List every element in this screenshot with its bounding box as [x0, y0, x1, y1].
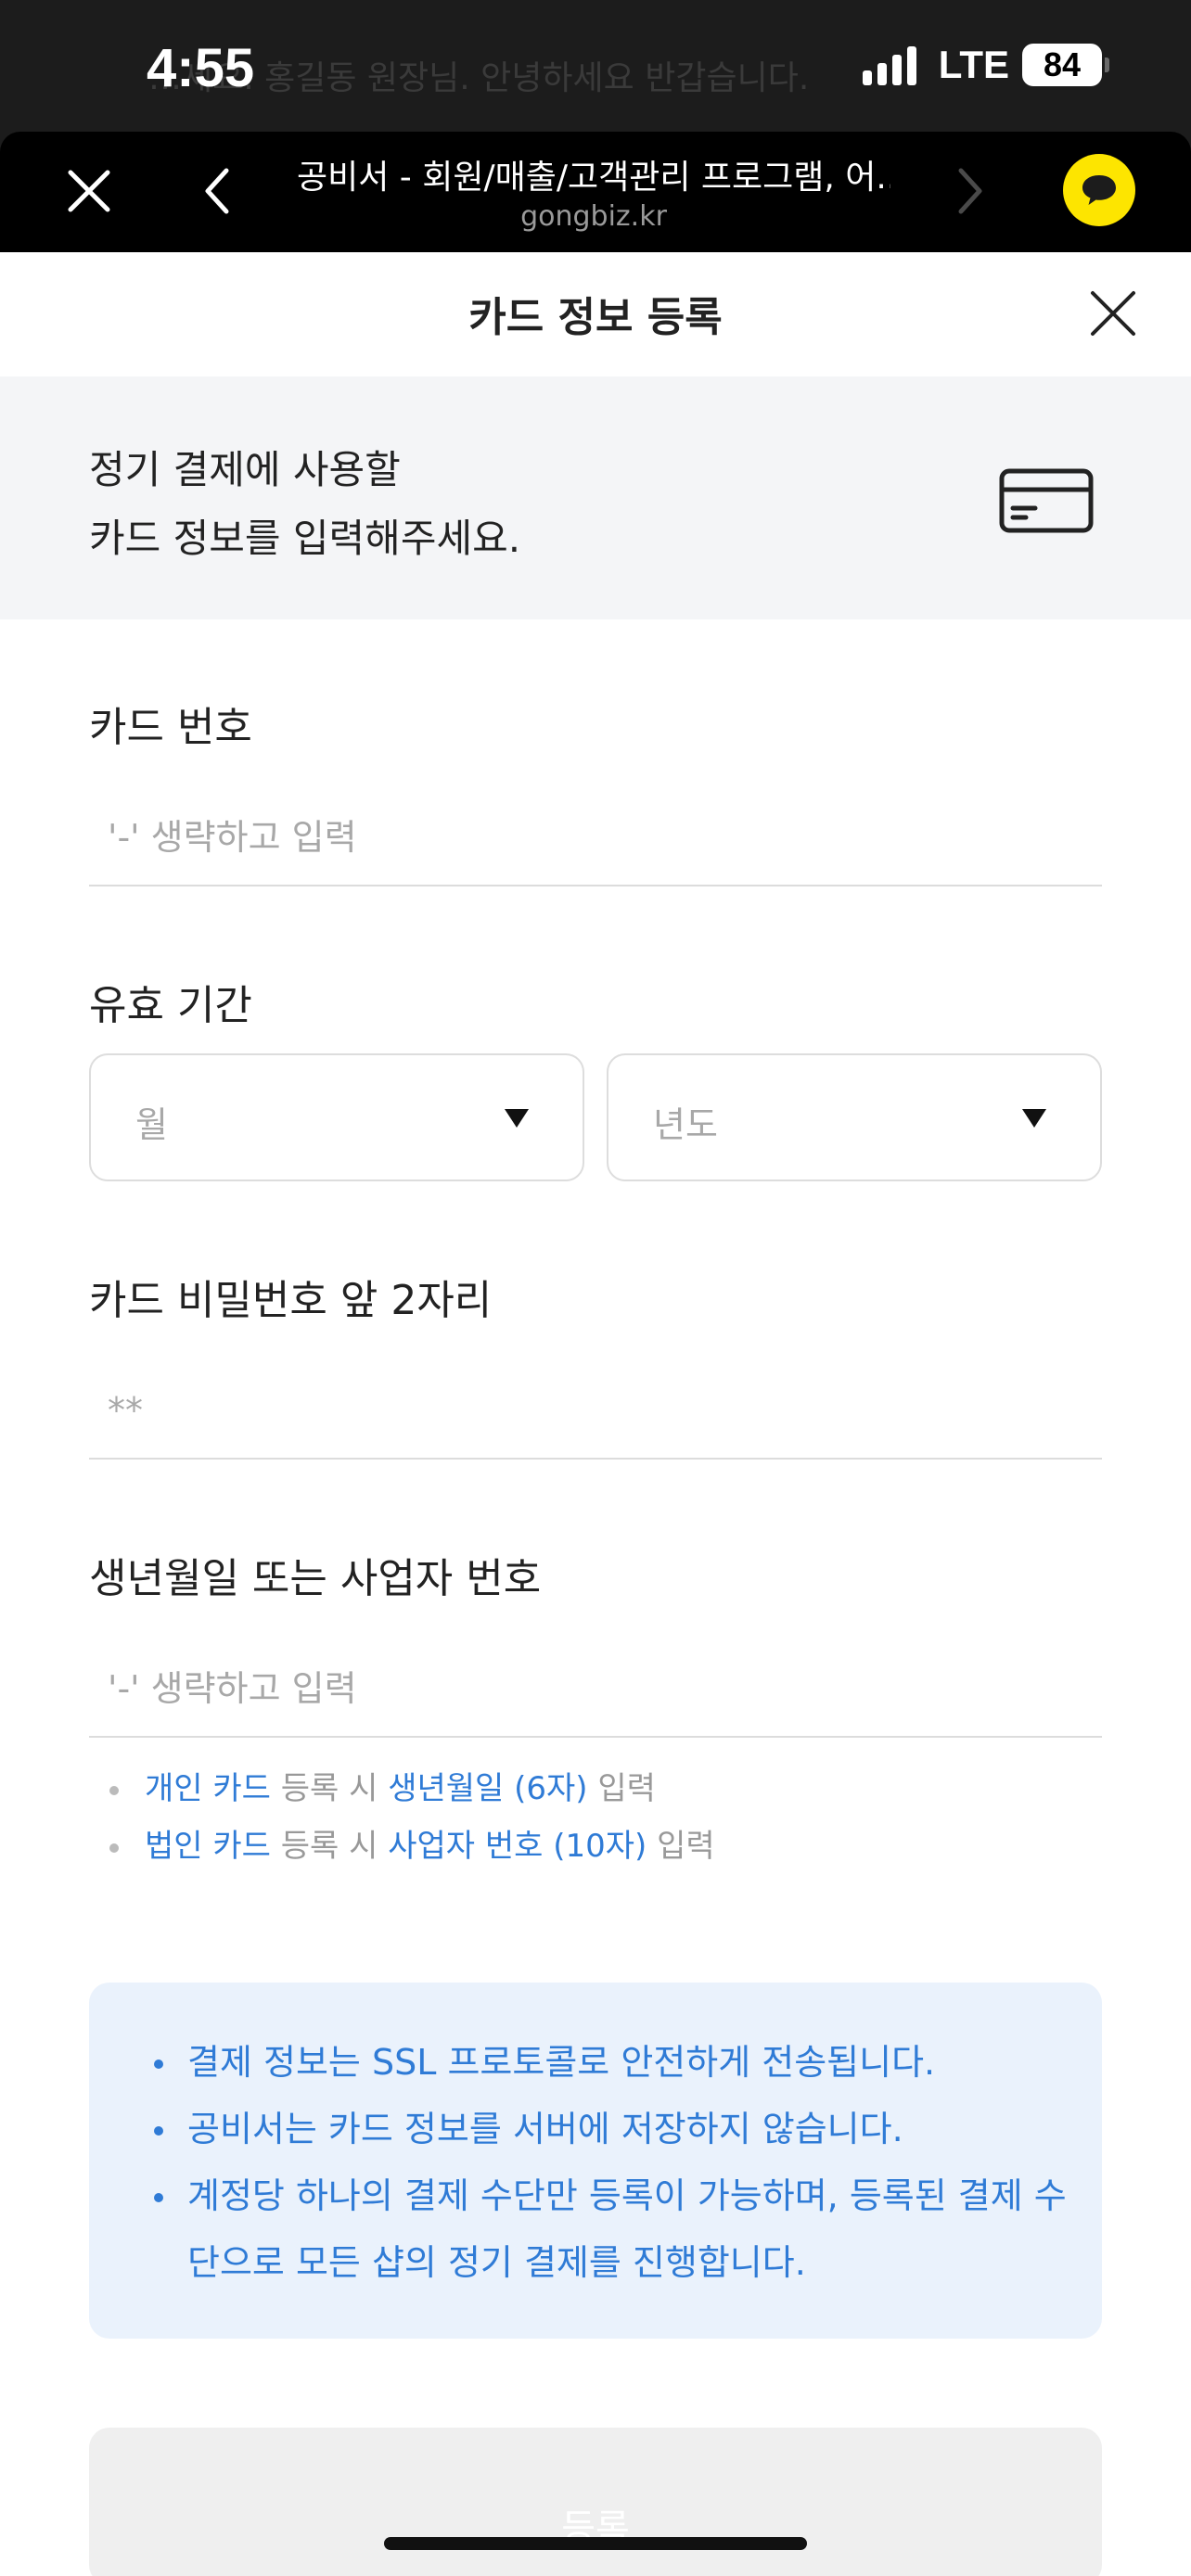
expiry-month-value: 월: [135, 1104, 168, 1145]
hint-text: 등록 시: [270, 1828, 389, 1865]
card-number-label: 카드 번호: [89, 704, 252, 751]
hint-text: 입력: [587, 1770, 656, 1807]
caret-down-icon: [505, 1109, 529, 1128]
expiry-month-select[interactable]: 월: [89, 1053, 584, 1181]
browser-url[interactable]: gongbiz.kr: [297, 200, 890, 233]
hint-item-personal: 개인 카드 등록 시 생년월일 (6자) 입력: [89, 1760, 1102, 1817]
notice-item: 계정당 하나의 결제 수단만 등록이 가능하며, 등록된 결제 수단으로 모든 …: [154, 2162, 1082, 2296]
card-password-input[interactable]: [89, 1363, 1102, 1460]
card-password-label: 카드 비밀번호 앞 2자리: [89, 1277, 493, 1324]
caret-down-icon: [1022, 1109, 1046, 1128]
input-hint-list: 개인 카드 등록 시 생년월일 (6자) 입력 법인 카드 등록 시 사업자 번…: [89, 1760, 1102, 1875]
hint-item-corporate: 법인 카드 등록 시 사업자 번호 (10자) 입력: [89, 1817, 1102, 1875]
register-button[interactable]: 등록: [89, 2428, 1102, 2576]
close-icon[interactable]: [1087, 287, 1139, 339]
status-time: 4:55: [147, 38, 255, 98]
birth-business-input[interactable]: [89, 1641, 1102, 1738]
intro-line-1: 정기 결제에 사용할: [89, 447, 401, 492]
hint-text: 입력: [647, 1828, 715, 1865]
expiry-year-select[interactable]: 년도: [607, 1053, 1102, 1181]
hint-highlight: 개인 카드: [145, 1770, 271, 1807]
browser-toolbar: 공비서 - 회원/매출/고객관리 프로그램, 어... gongbiz.kr: [0, 132, 1191, 252]
status-indicators: LTE 84: [862, 43, 1109, 87]
birth-business-label: 생년월일 또는 사업자 번호: [89, 1555, 542, 1602]
browser-page-title: 공비서 - 회원/매출/고객관리 프로그램, 어...: [297, 159, 890, 197]
kakao-chat-icon: [1082, 175, 1116, 205]
home-indicator: [384, 2537, 807, 2550]
credit-card-icon: [999, 468, 1094, 533]
intro-text: 정기 결제에 사용할 카드 정보를 입력해주세요.: [89, 436, 520, 573]
security-notice: 결제 정보는 SSL 프로토콜로 안전하게 전송됩니다. 공비서는 카드 정보를…: [89, 1983, 1102, 2339]
intro-line-2: 카드 정보를 입력해주세요.: [89, 516, 521, 561]
battery-level: 84: [1043, 45, 1082, 83]
back-icon[interactable]: [197, 165, 237, 217]
notice-item: 결제 정보는 SSL 프로토콜로 안전하게 전송됩니다.: [154, 2029, 1082, 2096]
battery-icon: 84: [1022, 44, 1109, 86]
background-page-text: …세요. 홍길동 원장님. 안녕하세요 반갑습니다.: [148, 59, 810, 97]
card-number-input[interactable]: [89, 790, 1102, 886]
intro-panel: 정기 결제에 사용할 카드 정보를 입력해주세요.: [0, 376, 1191, 619]
kakao-chat-button[interactable]: [1063, 154, 1135, 226]
cellular-signal-icon: [862, 45, 916, 85]
modal-header: 카드 정보 등록: [0, 252, 1191, 376]
close-icon[interactable]: [63, 165, 115, 217]
notice-item: 공비서는 카드 정보를 서버에 저장하지 않습니다.: [154, 2096, 1082, 2162]
hint-highlight: 법인 카드: [145, 1828, 271, 1865]
hint-highlight: 사업자 번호 (10자): [388, 1828, 647, 1865]
modal-title: 카드 정보 등록: [468, 294, 723, 341]
network-type: LTE: [938, 43, 1009, 86]
hint-text: 등록 시: [270, 1770, 389, 1807]
expiry-label: 유효 기간: [89, 982, 252, 1029]
forward-icon[interactable]: [950, 165, 991, 217]
notice-list: 결제 정보는 SSL 프로토콜로 안전하게 전송됩니다. 공비서는 카드 정보를…: [154, 2029, 1082, 2296]
expiry-year-value: 년도: [653, 1104, 718, 1145]
hint-highlight: 생년월일 (6자): [388, 1770, 588, 1807]
